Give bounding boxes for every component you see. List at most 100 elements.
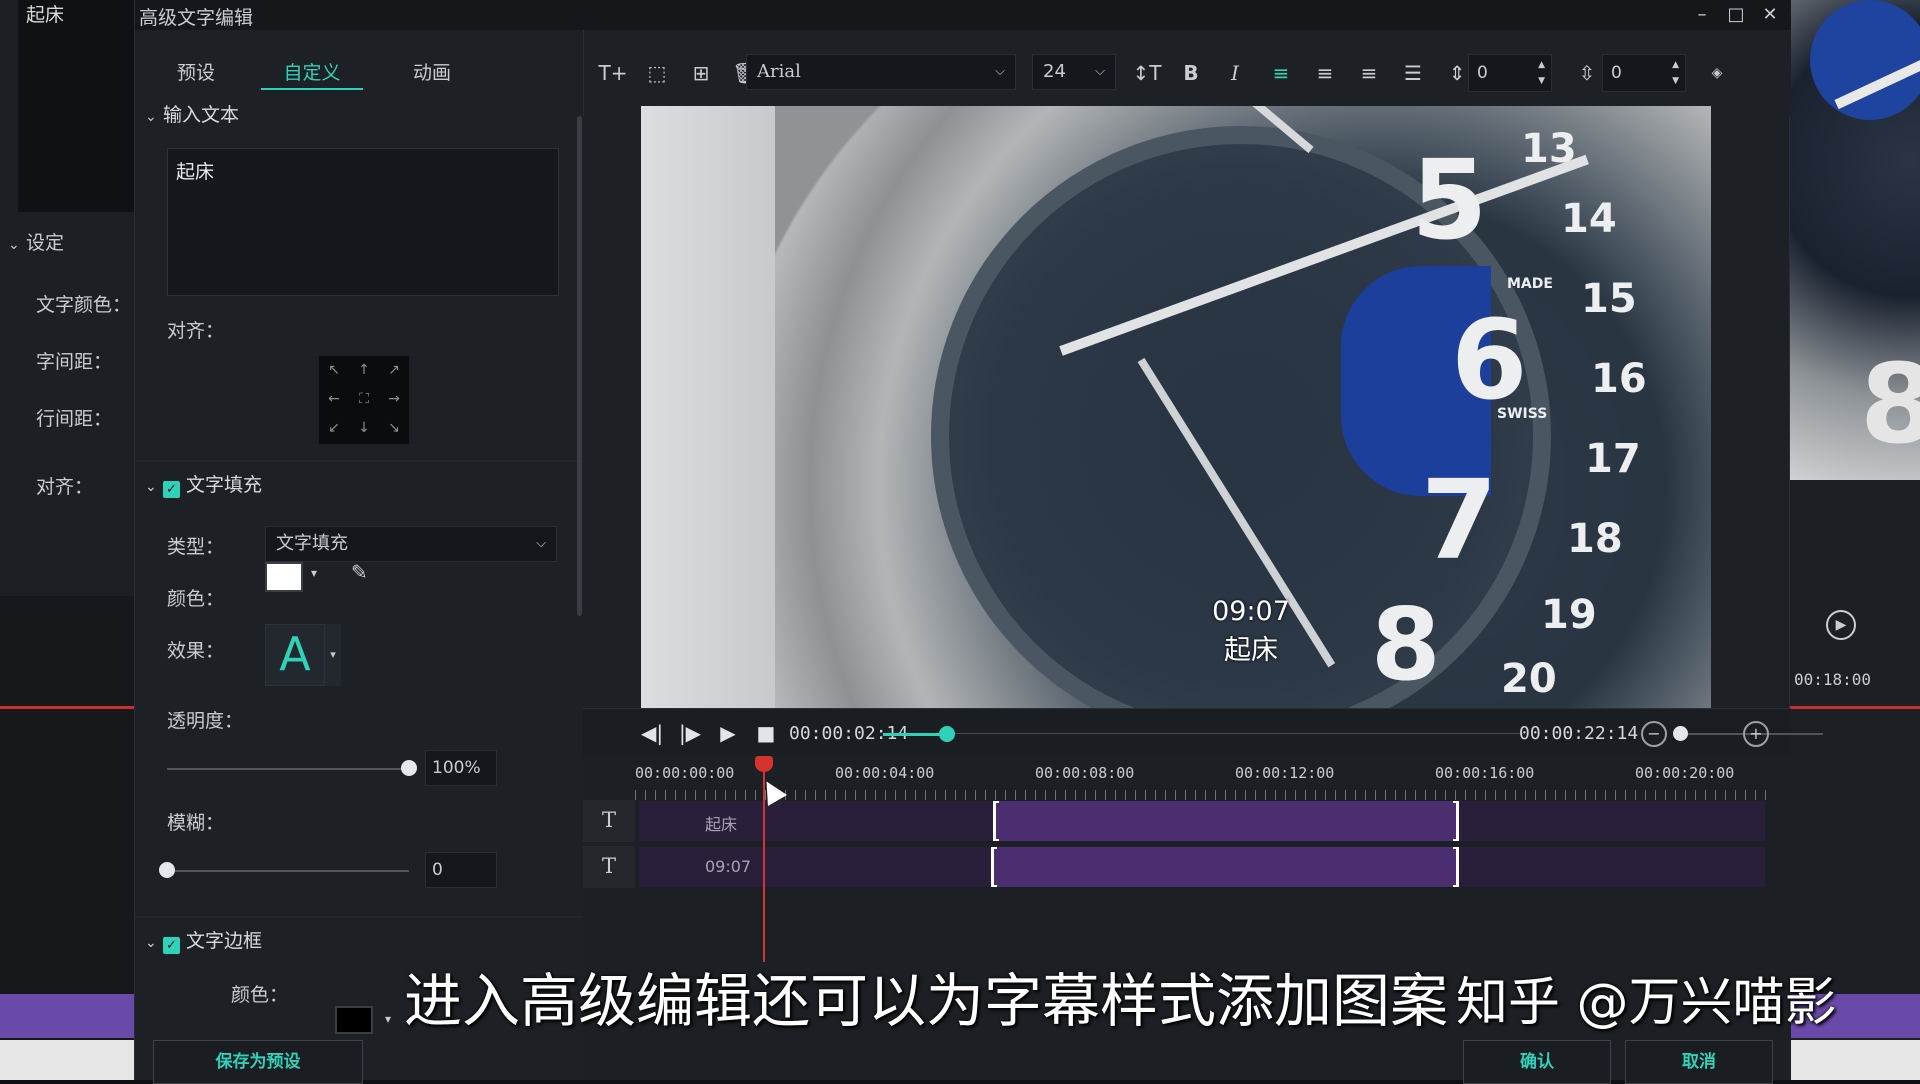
align-right-icon[interactable]: → [379, 385, 409, 414]
char-spacing-field[interactable]: 0 ▲ ▼ [1468, 54, 1552, 92]
play-icon[interactable]: ▶ [713, 719, 743, 747]
chevron-down-icon: ⌵ [536, 536, 546, 551]
zoom-in-icon[interactable]: + [1743, 721, 1769, 747]
fill-effect-preview[interactable]: A [265, 624, 325, 686]
clip-selection-range[interactable] [993, 847, 1459, 887]
dialog-titlebar[interactable]: 高级文字编辑 – □ ✕ [135, 0, 1791, 30]
align-right-icon[interactable]: ≡ [1352, 58, 1386, 88]
line-spacing-icon[interactable]: ⇳ [1570, 58, 1604, 88]
align-top-left-icon[interactable]: ↖ [319, 356, 349, 385]
background-prop-line-spacing: 行间距： [36, 408, 113, 430]
caret-down-icon[interactable]: ▾ [311, 566, 317, 580]
zoom-slider-knob[interactable] [1673, 726, 1688, 741]
fill-type-select[interactable]: 文字填充 ⌵ [265, 526, 557, 562]
text-border-checkbox[interactable]: ✓ [163, 937, 180, 954]
text-fill-checkbox[interactable]: ✓ [163, 481, 180, 498]
confirm-button[interactable]: 确认 [1463, 1040, 1611, 1084]
panel-scrollbar[interactable] [577, 116, 582, 616]
eyedropper-icon[interactable]: ✎ [351, 560, 368, 584]
section-input-text-title: 输入文本 [163, 104, 240, 126]
text-size-icon[interactable]: ↕T [1130, 58, 1164, 88]
line-spacing-field[interactable]: 0 ▲ ▼ [1602, 54, 1686, 92]
preview-caption-text[interactable]: 起床 [641, 628, 1711, 667]
video-preview[interactable]: 13 14 15 16 17 18 19 20 5 6 7 8 MADE SWI… [641, 106, 1711, 708]
ruler-ticks[interactable] [635, 790, 1775, 800]
section-text-fill[interactable]: ⌄ ✓ 文字填充 [145, 470, 262, 498]
preview-caption-time[interactable]: 09:07 [641, 596, 1711, 627]
tab-preset[interactable]: 预设 [153, 56, 239, 90]
prev-frame-icon[interactable]: ◀| [637, 719, 667, 747]
progress-track[interactable] [955, 733, 1523, 734]
background-preview-thumb: 8 [1790, 0, 1920, 480]
minimize-button[interactable]: – [1685, 2, 1719, 28]
caret-down-icon[interactable]: ▾ [385, 1012, 391, 1026]
ruler-label: 00:00:04:00 [835, 764, 935, 782]
section-text-border-title: 文字边框 [186, 930, 263, 952]
close-button[interactable]: ✕ [1753, 2, 1787, 28]
chevron-down-icon: ⌵ [995, 64, 1005, 79]
align-center-icon[interactable]: ⛶ [349, 385, 379, 414]
background-left-panel: 起床 ⌄ 设定 文字颜色： 字间距： 行间距： 对齐： [0, 0, 134, 1080]
blur-slider-track[interactable] [167, 870, 409, 872]
opacity-slider-track[interactable] [167, 768, 409, 770]
dial-numeral: 7 [1421, 456, 1498, 584]
playhead-handle[interactable] [755, 756, 773, 772]
align-bottom-icon[interactable]: ↓ [349, 414, 379, 443]
align-label: 对齐： [167, 320, 225, 342]
tab-custom[interactable]: 自定义 [261, 56, 363, 90]
save-preset-button[interactable]: 保存为预设 [153, 1040, 363, 1084]
dial-label: SWISS [1497, 406, 1548, 422]
align-left-icon[interactable]: ← [319, 385, 349, 414]
font-value: Arial [757, 61, 801, 82]
next-frame-icon[interactable]: |▶ [675, 719, 705, 747]
add-text-icon[interactable]: T+ [596, 58, 630, 88]
dial-label: MADE [1507, 276, 1553, 292]
align-left-icon[interactable]: ≡ [1264, 58, 1298, 88]
clip-start-handle[interactable] [993, 801, 999, 841]
font-select[interactable]: Arial ⌵ [746, 54, 1016, 90]
fill-color-swatch[interactable] [265, 562, 303, 592]
progress-knob[interactable] [939, 726, 955, 742]
align-top-right-icon[interactable]: ↗ [379, 356, 409, 385]
align-top-icon[interactable]: ↑ [349, 356, 379, 385]
spin-arrows-icon[interactable]: ▲ ▼ [1672, 57, 1679, 89]
opacity-slider-knob[interactable] [401, 760, 417, 776]
align-bottom-left-icon[interactable]: ↙ [319, 414, 349, 443]
section-text-border[interactable]: ⌄ ✓ 文字边框 [145, 926, 262, 954]
border-color-swatch[interactable] [335, 1006, 373, 1034]
blur-value-field[interactable]: 0 [425, 852, 497, 888]
blur-slider-knob[interactable] [159, 862, 175, 878]
text-toolbar: T+ ⬚ ⊞ 🗑 Arial ⌵ 24 ⌵ ↕T B I ≡ ≡ ≡ ☰ ⇕ 0… [583, 30, 1791, 116]
maximize-button[interactable]: □ [1719, 2, 1753, 28]
cancel-button[interactable]: 取消 [1625, 1040, 1773, 1084]
zoom-out-icon[interactable]: − [1641, 721, 1667, 747]
align-center-icon[interactable]: ≡ [1308, 58, 1342, 88]
clip-start-handle[interactable] [991, 847, 997, 887]
chevron-down-icon: ⌵ [1095, 64, 1105, 79]
background-ruler-line [1790, 706, 1920, 709]
caret-down-icon[interactable]: ▾ [325, 624, 341, 686]
crop-box-icon[interactable]: ⬚ [640, 58, 674, 88]
ruler-label: 00:00:08:00 [1035, 764, 1135, 782]
chevron-down-icon: ⌄ [145, 935, 157, 951]
clip-selection-range[interactable] [995, 801, 1459, 841]
clip-end-handle[interactable] [1453, 847, 1459, 887]
opacity-value-field[interactable]: 100% [425, 750, 497, 786]
diamond-icon[interactable]: ◈ [1700, 58, 1734, 88]
background-media-list: 起床 [18, 0, 134, 212]
section-input-text[interactable]: ⌄ 输入文本 [145, 100, 239, 127]
align-bottom-right-icon[interactable]: ↘ [379, 414, 409, 443]
clip-label: 09:07 [705, 857, 752, 876]
clip-end-handle[interactable] [1453, 801, 1459, 841]
text-input[interactable] [167, 148, 559, 296]
italic-icon[interactable]: I [1218, 58, 1252, 88]
spin-arrows-icon[interactable]: ▲ ▼ [1538, 57, 1545, 89]
tab-animation[interactable]: 动画 [389, 56, 475, 90]
bold-icon[interactable]: B [1174, 58, 1208, 88]
stop-icon[interactable]: ■ [751, 719, 781, 747]
font-size-select[interactable]: 24 ⌵ [1032, 54, 1116, 90]
alignment-grid[interactable]: ↖ ↑ ↗ ← ⛶ → ↙ ↓ ↘ [319, 356, 409, 444]
section-divider [135, 916, 583, 918]
add-image-icon[interactable]: ⊞ [684, 58, 718, 88]
justify-icon[interactable]: ☰ [1396, 58, 1430, 88]
